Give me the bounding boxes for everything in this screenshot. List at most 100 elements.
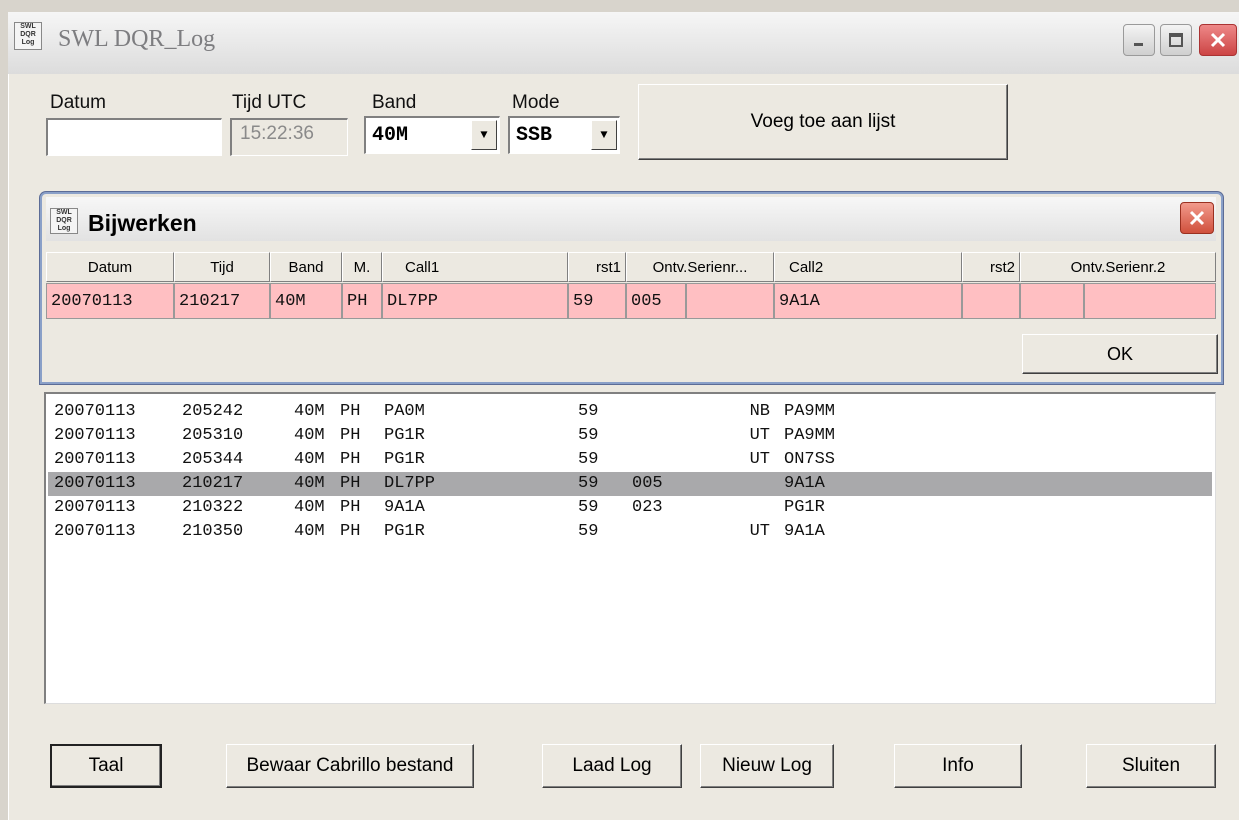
list-cell-tijd: 210322 — [182, 498, 244, 517]
list-cell-rst: 59 — [578, 522, 599, 541]
load-log-button[interactable]: Laad Log — [542, 744, 682, 788]
header-band[interactable]: Band — [270, 252, 342, 282]
list-cell-band: 40M — [294, 522, 325, 541]
list-cell-datum: 20070113 — [54, 474, 136, 493]
list-cell-datum: 20070113 — [54, 402, 136, 421]
minimize-icon — [1134, 43, 1143, 46]
list-cell-datum: 20070113 — [54, 522, 136, 541]
list-cell-call1: PG1R — [384, 426, 425, 445]
mode-select[interactable]: SSB ▼ — [508, 116, 620, 154]
maximize-button[interactable] — [1160, 24, 1192, 56]
close-icon — [1210, 32, 1226, 48]
list-cell-band: 40M — [294, 498, 325, 517]
header-serienr1[interactable]: Ontv.Serienr... — [626, 252, 774, 282]
list-cell-call2: PA9MM — [784, 402, 836, 421]
band-label: Band — [372, 92, 417, 113]
list-cell-mode: PH — [340, 474, 361, 493]
mode-value: SSB — [516, 124, 553, 147]
list-cell-call2: 9A1A — [784, 474, 825, 493]
header-datum[interactable]: Datum — [46, 252, 174, 282]
list-cell-mode: PH — [340, 402, 361, 421]
header-serienr2[interactable]: Ontv.Serienr.2 — [1020, 252, 1216, 282]
chevron-down-icon[interactable]: ▼ — [591, 120, 617, 150]
list-cell-rst: 59 — [578, 498, 599, 517]
list-cell-tijd: 205242 — [182, 402, 244, 421]
list-cell-call1: PG1R — [384, 522, 425, 541]
edit-serienr2[interactable] — [1020, 283, 1084, 319]
list-cell-rst: 59 — [578, 402, 599, 421]
datum-label: Datum — [50, 92, 106, 113]
list-cell-mode: PH — [340, 522, 361, 541]
edit-call2[interactable]: 9A1A — [774, 283, 962, 319]
list-cell-rst: 59 — [578, 474, 599, 493]
list-item[interactable]: 20070113 210350 40M PH PG1R 59 UT 9A1A — [48, 520, 1212, 544]
list-cell-nr: 023 — [632, 498, 663, 517]
list-cell-call2: ON7SS — [784, 450, 836, 469]
edit-serienr1[interactable]: 005 — [626, 283, 686, 319]
close-button[interactable] — [1199, 24, 1237, 56]
list-item[interactable]: 20070113 210322 40M PH 9A1A 59 023 PG1R — [48, 496, 1212, 520]
list-cell-rst: 59 — [578, 450, 599, 469]
list-cell-band: 40M — [294, 450, 325, 469]
mode-label: Mode — [512, 92, 560, 113]
list-cell-tijd: 210350 — [182, 522, 244, 541]
list-item[interactable]: 20070113 210217 40M PH DL7PP 59 005 9A1A — [48, 472, 1212, 496]
list-cell-datum: 20070113 — [54, 498, 136, 517]
edit-serienr2b[interactable] — [1084, 283, 1216, 319]
edit-serienr1b[interactable] — [686, 283, 774, 319]
log-list[interactable]: 20070113 205242 40M PH PA0M 59 NB PA9MM 20070113… — [44, 392, 1216, 704]
add-to-list-button[interactable]: Voeg toe aan lijst — [638, 84, 1008, 160]
band-select[interactable]: 40M ▼ — [364, 116, 500, 154]
list-cell-call1: 9A1A — [384, 498, 425, 517]
ok-button[interactable]: OK — [1022, 334, 1218, 374]
dialog-title: Bijwerken — [88, 210, 197, 236]
edit-call1[interactable]: DL7PP — [382, 283, 568, 319]
list-cell-rst: 59 — [578, 426, 599, 445]
list-cell-band: 40M — [294, 474, 325, 493]
dialog-title-bar[interactable] — [46, 197, 1216, 241]
header-tijd[interactable]: Tijd — [174, 252, 270, 282]
list-cell-call1: PA0M — [384, 402, 425, 421]
list-cell-call1: PG1R — [384, 450, 425, 469]
list-item[interactable]: 20070113 205310 40M PH PG1R 59 UT PA9MM — [48, 424, 1212, 448]
list-cell-band: 40M — [294, 402, 325, 421]
list-cell-datum: 20070113 — [54, 450, 136, 469]
edit-mode[interactable]: PH — [342, 283, 382, 319]
header-call2[interactable]: Call2 — [774, 252, 962, 282]
chevron-down-icon[interactable]: ▼ — [471, 120, 497, 150]
list-item[interactable]: 20070113 205344 40M PH PG1R 59 UT ON7SS — [48, 448, 1212, 472]
maximize-icon — [1169, 33, 1183, 47]
datum-input[interactable] — [46, 118, 222, 156]
header-mode[interactable]: M. — [342, 252, 382, 282]
tijd-field: 15:22:36 — [230, 118, 348, 156]
app-icon: SWL DQR Log — [14, 22, 42, 50]
edit-tijd[interactable]: 210217 — [174, 283, 270, 319]
close-app-button[interactable]: Sluiten — [1086, 744, 1216, 788]
list-cell-call2: PA9MM — [784, 426, 836, 445]
edit-rst2[interactable] — [962, 283, 1020, 319]
list-item[interactable]: 20070113 205242 40M PH PA0M 59 NB PA9MM — [48, 400, 1212, 424]
edit-band[interactable]: 40M — [270, 283, 342, 319]
list-cell-tijd: 210217 — [182, 474, 244, 493]
taal-button[interactable]: Taal — [50, 744, 162, 788]
list-cell-mode: PH — [340, 426, 361, 445]
list-cell-call2: PG1R — [784, 498, 825, 517]
list-cell-nr: 005 — [632, 474, 663, 493]
edit-rst1[interactable]: 59 — [568, 283, 626, 319]
edit-datum[interactable]: 20070113 — [46, 283, 174, 319]
save-cabrillo-button[interactable]: Bewaar Cabrillo bestand — [226, 744, 474, 788]
header-rst2[interactable]: rst2 — [962, 252, 1020, 282]
list-cell-mode: PH — [340, 498, 361, 517]
minimize-button[interactable] — [1123, 24, 1155, 56]
info-button[interactable]: Info — [894, 744, 1022, 788]
header-rst1[interactable]: rst1 — [568, 252, 626, 282]
band-value: 40M — [372, 124, 409, 147]
list-cell-mode: PH — [340, 450, 361, 469]
new-log-button[interactable]: Nieuw Log — [700, 744, 834, 788]
dialog-close-button[interactable] — [1180, 202, 1214, 234]
list-cell-tijd: 205310 — [182, 426, 244, 445]
header-call1[interactable]: Call1 — [382, 252, 568, 282]
list-cell-sect: UT — [749, 522, 770, 541]
list-cell-call1: DL7PP — [384, 474, 436, 493]
list-cell-tijd: 205344 — [182, 450, 244, 469]
